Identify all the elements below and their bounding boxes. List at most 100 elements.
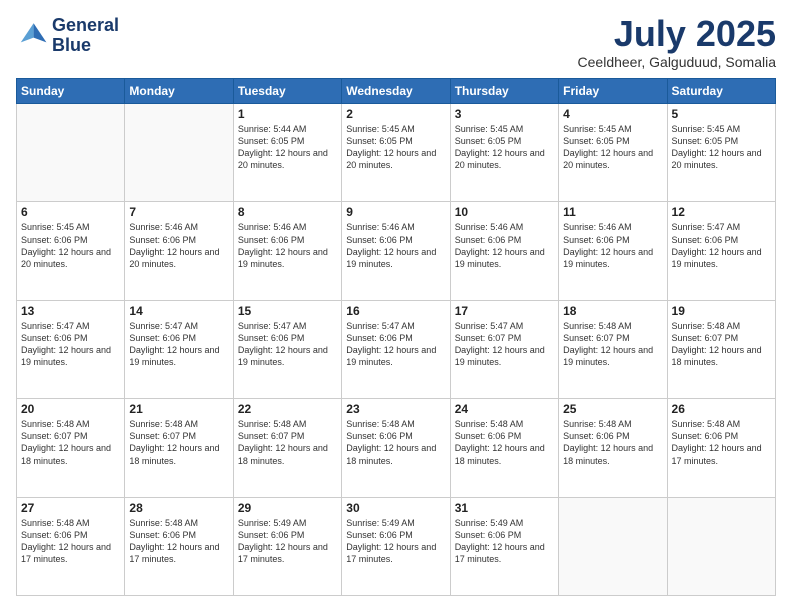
- day-number: 31: [455, 501, 554, 515]
- day-number: 7: [129, 205, 228, 219]
- calendar-cell: 13 Sunrise: 5:47 AM Sunset: 6:06 PM Dayli…: [17, 300, 125, 398]
- calendar-cell: 11 Sunrise: 5:46 AM Sunset: 6:06 PM Dayli…: [559, 202, 667, 300]
- day-header-thursday: Thursday: [450, 79, 558, 104]
- day-number: 10: [455, 205, 554, 219]
- day-info: Sunrise: 5:46 AM Sunset: 6:06 PM Dayligh…: [238, 221, 337, 270]
- day-number: 22: [238, 402, 337, 416]
- day-number: 29: [238, 501, 337, 515]
- calendar-cell: 24 Sunrise: 5:48 AM Sunset: 6:06 PM Dayli…: [450, 399, 558, 497]
- calendar-cell: [125, 104, 233, 202]
- calendar-cell: 28 Sunrise: 5:48 AM Sunset: 6:06 PM Dayli…: [125, 497, 233, 595]
- calendar-table: SundayMondayTuesdayWednesdayThursdayFrid…: [16, 78, 776, 596]
- calendar-cell: 7 Sunrise: 5:46 AM Sunset: 6:06 PM Daylig…: [125, 202, 233, 300]
- day-info: Sunrise: 5:45 AM Sunset: 6:06 PM Dayligh…: [21, 221, 120, 270]
- header: General Blue July 2025 Ceeldheer, Galgud…: [16, 16, 776, 70]
- day-number: 1: [238, 107, 337, 121]
- day-header-saturday: Saturday: [667, 79, 775, 104]
- day-info: Sunrise: 5:46 AM Sunset: 6:06 PM Dayligh…: [563, 221, 662, 270]
- day-number: 13: [21, 304, 120, 318]
- calendar-cell: 2 Sunrise: 5:45 AM Sunset: 6:05 PM Daylig…: [342, 104, 450, 202]
- calendar-cell: 10 Sunrise: 5:46 AM Sunset: 6:06 PM Dayli…: [450, 202, 558, 300]
- day-info: Sunrise: 5:44 AM Sunset: 6:05 PM Dayligh…: [238, 123, 337, 172]
- calendar-cell: 17 Sunrise: 5:47 AM Sunset: 6:07 PM Dayli…: [450, 300, 558, 398]
- day-info: Sunrise: 5:48 AM Sunset: 6:07 PM Dayligh…: [129, 418, 228, 467]
- day-number: 17: [455, 304, 554, 318]
- day-number: 23: [346, 402, 445, 416]
- day-info: Sunrise: 5:47 AM Sunset: 6:06 PM Dayligh…: [238, 320, 337, 369]
- calendar-cell: 31 Sunrise: 5:49 AM Sunset: 6:06 PM Dayli…: [450, 497, 558, 595]
- day-number: 3: [455, 107, 554, 121]
- calendar-body: 1 Sunrise: 5:44 AM Sunset: 6:05 PM Daylig…: [17, 104, 776, 596]
- day-info: Sunrise: 5:45 AM Sunset: 6:05 PM Dayligh…: [455, 123, 554, 172]
- day-info: Sunrise: 5:46 AM Sunset: 6:06 PM Dayligh…: [455, 221, 554, 270]
- day-info: Sunrise: 5:48 AM Sunset: 6:07 PM Dayligh…: [563, 320, 662, 369]
- calendar-cell: [559, 497, 667, 595]
- day-info: Sunrise: 5:49 AM Sunset: 6:06 PM Dayligh…: [346, 517, 445, 566]
- day-number: 30: [346, 501, 445, 515]
- day-info: Sunrise: 5:48 AM Sunset: 6:06 PM Dayligh…: [21, 517, 120, 566]
- calendar-cell: 20 Sunrise: 5:48 AM Sunset: 6:07 PM Dayli…: [17, 399, 125, 497]
- day-number: 4: [563, 107, 662, 121]
- calendar-cell: 25 Sunrise: 5:48 AM Sunset: 6:06 PM Dayli…: [559, 399, 667, 497]
- day-info: Sunrise: 5:48 AM Sunset: 6:06 PM Dayligh…: [455, 418, 554, 467]
- calendar-cell: 9 Sunrise: 5:46 AM Sunset: 6:06 PM Daylig…: [342, 202, 450, 300]
- day-info: Sunrise: 5:48 AM Sunset: 6:06 PM Dayligh…: [129, 517, 228, 566]
- logo: General Blue: [16, 16, 119, 56]
- calendar-cell: 23Sunrise: 5:48 AM Sunset: 6:06 PM Dayli…: [342, 399, 450, 497]
- day-number: 2: [346, 107, 445, 121]
- day-number: 18: [563, 304, 662, 318]
- day-header-wednesday: Wednesday: [342, 79, 450, 104]
- day-number: 20: [21, 402, 120, 416]
- day-number: 24: [455, 402, 554, 416]
- day-info: Sunrise: 5:47 AM Sunset: 6:06 PM Dayligh…: [21, 320, 120, 369]
- calendar-cell: 3 Sunrise: 5:45 AM Sunset: 6:05 PM Daylig…: [450, 104, 558, 202]
- calendar-cell: 14Sunrise: 5:47 AM Sunset: 6:06 PM Dayli…: [125, 300, 233, 398]
- calendar-cell: 26Sunrise: 5:48 AM Sunset: 6:06 PM Dayli…: [667, 399, 775, 497]
- day-info: Sunrise: 5:47 AM Sunset: 6:06 PM Dayligh…: [672, 221, 771, 270]
- day-number: 21: [129, 402, 228, 416]
- day-number: 5: [672, 107, 771, 121]
- day-number: 8: [238, 205, 337, 219]
- day-number: 6: [21, 205, 120, 219]
- day-info: Sunrise: 5:48 AM Sunset: 6:07 PM Dayligh…: [238, 418, 337, 467]
- day-info: Sunrise: 5:45 AM Sunset: 6:05 PM Dayligh…: [346, 123, 445, 172]
- day-header-sunday: Sunday: [17, 79, 125, 104]
- day-info: Sunrise: 5:48 AM Sunset: 6:07 PM Dayligh…: [672, 320, 771, 369]
- day-header-friday: Friday: [559, 79, 667, 104]
- day-number: 25: [563, 402, 662, 416]
- calendar-cell: 5 Sunrise: 5:45 AM Sunset: 6:05 PM Daylig…: [667, 104, 775, 202]
- logo-line1: General: [52, 16, 119, 36]
- calendar-cell: [17, 104, 125, 202]
- day-info: Sunrise: 5:48 AM Sunset: 6:06 PM Dayligh…: [563, 418, 662, 467]
- day-number: 16: [346, 304, 445, 318]
- day-info: Sunrise: 5:49 AM Sunset: 6:06 PM Dayligh…: [455, 517, 554, 566]
- day-header-monday: Monday: [125, 79, 233, 104]
- day-info: Sunrise: 5:47 AM Sunset: 6:06 PM Dayligh…: [129, 320, 228, 369]
- day-number: 28: [129, 501, 228, 515]
- calendar-cell: 30 Sunrise: 5:49 AM Sunset: 6:06 PM Dayli…: [342, 497, 450, 595]
- location-subtitle: Ceeldheer, Galguduud, Somalia: [578, 54, 776, 70]
- day-number: 19: [672, 304, 771, 318]
- day-number: 12: [672, 205, 771, 219]
- day-number: 9: [346, 205, 445, 219]
- calendar-cell: 27Sunrise: 5:48 AM Sunset: 6:06 PM Dayli…: [17, 497, 125, 595]
- header-row: SundayMondayTuesdayWednesdayThursdayFrid…: [17, 79, 776, 104]
- day-info: Sunrise: 5:46 AM Sunset: 6:06 PM Dayligh…: [346, 221, 445, 270]
- logo-text: General Blue: [52, 16, 119, 56]
- calendar-cell: 6 Sunrise: 5:45 AM Sunset: 6:06 PM Daylig…: [17, 202, 125, 300]
- calendar-cell: 16 Sunrise: 5:47 AM Sunset: 6:06 PM Dayli…: [342, 300, 450, 398]
- calendar-cell: 19 Sunrise: 5:48 AM Sunset: 6:07 PM Dayli…: [667, 300, 775, 398]
- day-info: Sunrise: 5:49 AM Sunset: 6:06 PM Dayligh…: [238, 517, 337, 566]
- logo-icon: [16, 20, 48, 52]
- calendar-cell: 1 Sunrise: 5:44 AM Sunset: 6:05 PM Daylig…: [233, 104, 341, 202]
- day-info: Sunrise: 5:47 AM Sunset: 6:07 PM Dayligh…: [455, 320, 554, 369]
- title-block: July 2025 Ceeldheer, Galguduud, Somalia: [578, 16, 776, 70]
- day-number: 11: [563, 205, 662, 219]
- day-info: Sunrise: 5:48 AM Sunset: 6:07 PM Dayligh…: [21, 418, 120, 467]
- calendar-week-2: 6 Sunrise: 5:45 AM Sunset: 6:06 PM Daylig…: [17, 202, 776, 300]
- day-info: Sunrise: 5:45 AM Sunset: 6:05 PM Dayligh…: [563, 123, 662, 172]
- day-info: Sunrise: 5:45 AM Sunset: 6:05 PM Dayligh…: [672, 123, 771, 172]
- day-info: Sunrise: 5:46 AM Sunset: 6:06 PM Dayligh…: [129, 221, 228, 270]
- day-info: Sunrise: 5:47 AM Sunset: 6:06 PM Dayligh…: [346, 320, 445, 369]
- day-number: 15: [238, 304, 337, 318]
